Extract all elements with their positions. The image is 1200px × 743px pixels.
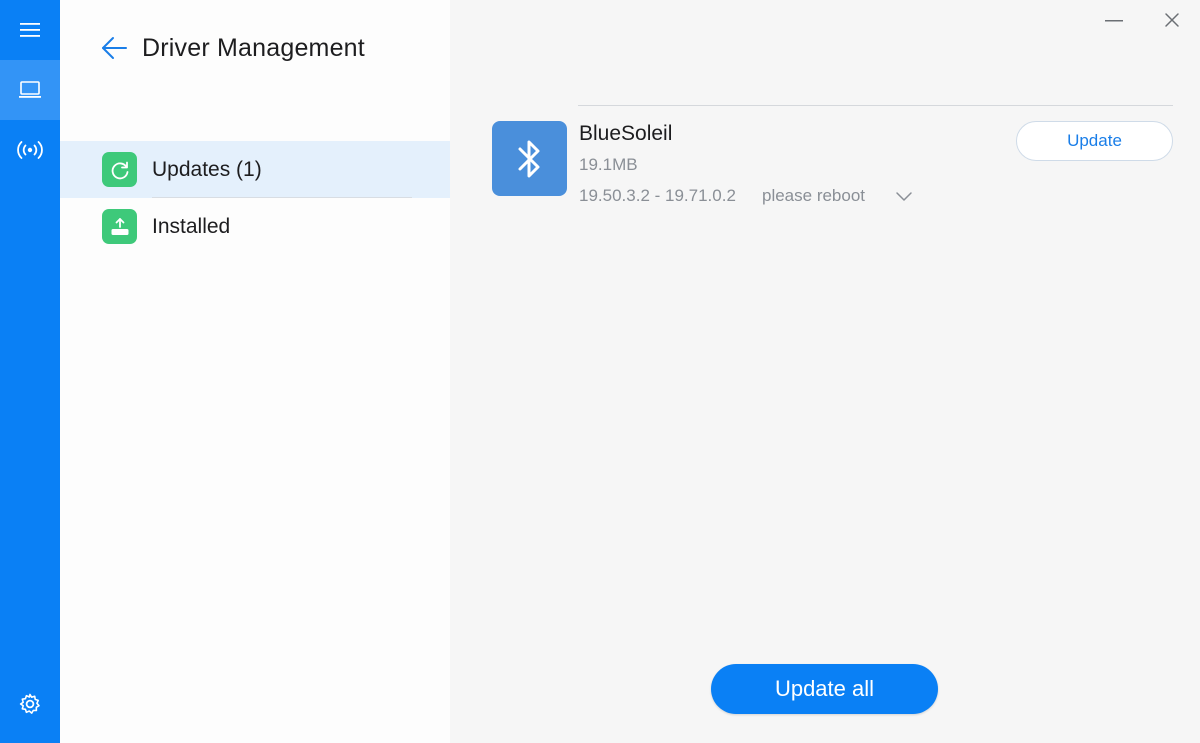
close-icon [1165, 13, 1179, 27]
gear-icon [19, 693, 40, 714]
close-button[interactable] [1160, 8, 1184, 32]
install-icon [102, 209, 137, 244]
menu-icon [20, 23, 40, 37]
back-button[interactable] [98, 32, 130, 64]
list-divider [578, 105, 1173, 106]
driver-note: please reboot [762, 186, 866, 205]
broadcast-icon [17, 141, 43, 159]
nav-item-updates[interactable]: Updates (1) [60, 141, 450, 198]
left-rail [0, 0, 60, 743]
minimize-icon [1105, 20, 1123, 22]
device-button[interactable] [0, 60, 60, 120]
settings-button[interactable] [0, 674, 60, 734]
minimize-button[interactable] [1102, 8, 1126, 32]
update-button[interactable]: Update [1016, 121, 1173, 161]
nav-item-label: Installed [152, 214, 231, 238]
nav-item-label: Updates (1) [152, 157, 262, 181]
refresh-icon [102, 152, 137, 187]
navigation-panel: Driver Management Updates (1) Installed [60, 0, 450, 743]
nav-item-installed[interactable]: Installed [60, 198, 450, 255]
driver-version: 19.50.3.2 - 19.71.0.2 [579, 186, 736, 205]
laptop-icon [19, 81, 41, 98]
chevron-down-icon [896, 192, 912, 201]
driver-name: BlueSoleil [579, 122, 673, 145]
arrow-left-icon [102, 37, 127, 59]
network-button[interactable] [0, 120, 60, 180]
page-title: Driver Management [142, 33, 365, 62]
expand-details-button[interactable] [893, 187, 915, 207]
bluetooth-icon [492, 121, 567, 196]
update-all-button[interactable]: Update all [711, 664, 938, 714]
panel-header: Driver Management [98, 30, 365, 66]
menu-button[interactable] [0, 0, 60, 60]
driver-size: 19.1MB [579, 155, 638, 174]
